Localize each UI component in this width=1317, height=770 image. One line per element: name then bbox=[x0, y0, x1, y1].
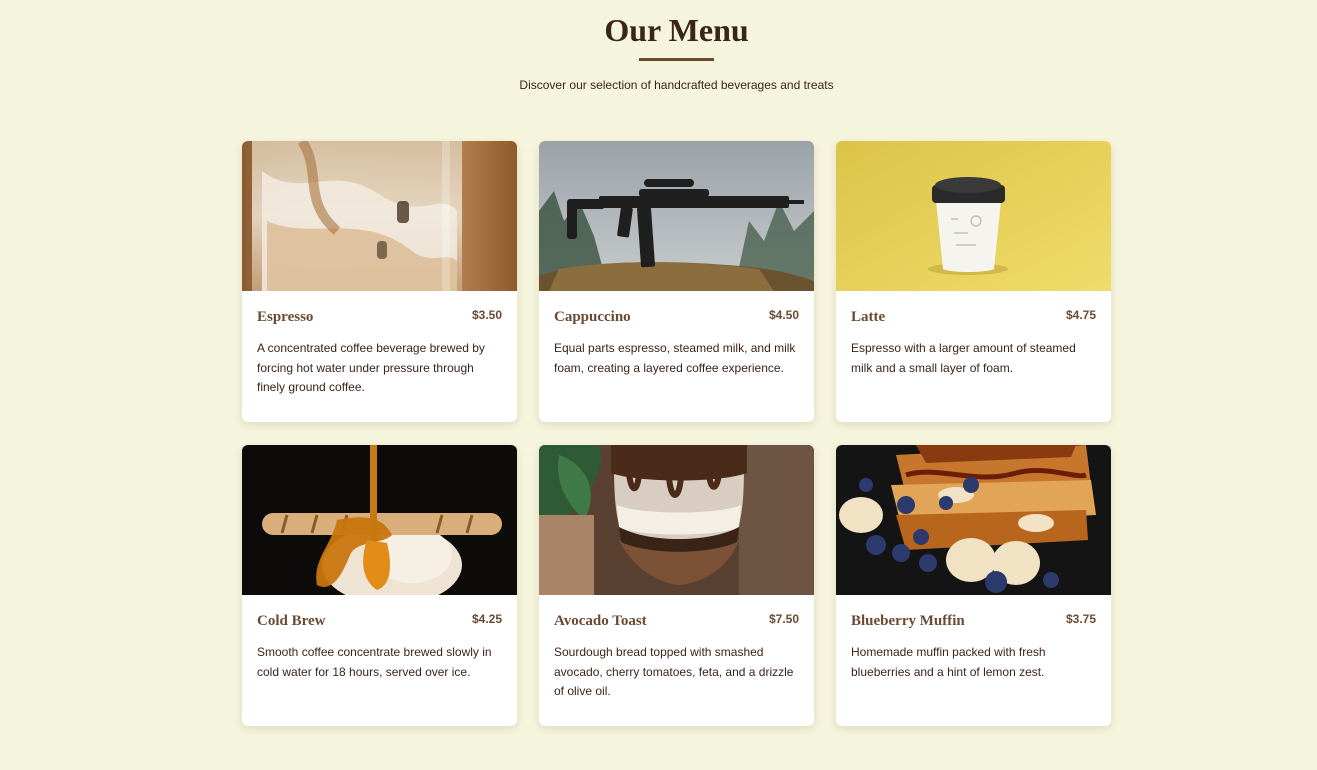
item-price: $7.50 bbox=[768, 612, 799, 626]
item-description: Smooth coffee concentrate brewed slowly … bbox=[257, 645, 492, 679]
title-underline bbox=[639, 58, 714, 61]
chocolate-parfait-photo bbox=[539, 445, 814, 595]
item-price: $4.25 bbox=[471, 612, 502, 626]
ice-cream-caramel-photo bbox=[242, 445, 517, 595]
item-description: Homemade muffin packed with fresh bluebe… bbox=[851, 645, 1046, 679]
item-price: $3.75 bbox=[1065, 612, 1096, 626]
item-description: Equal parts espresso, steamed milk, and … bbox=[554, 341, 796, 375]
menu-grid: Espresso $3.50 A concentrated coffee bev… bbox=[242, 141, 1111, 726]
menu-card-espresso[interactable]: Espresso $3.50 A concentrated coffee bev… bbox=[242, 141, 517, 422]
item-description: A concentrated coffee beverage brewed by… bbox=[257, 341, 485, 394]
item-name: Avocado Toast bbox=[554, 613, 647, 629]
page-title: Our Menu bbox=[604, 12, 749, 48]
item-name: Espresso bbox=[257, 309, 314, 325]
page-subtitle: Discover our selection of handcrafted be… bbox=[519, 78, 834, 92]
item-name: Blueberry Muffin bbox=[851, 613, 965, 629]
menu-card-blueberry-muffin[interactable]: Blueberry Muffin $3.75 Homemade muffin p… bbox=[836, 445, 1111, 726]
menu-card-cappuccino[interactable]: Cappuccino $4.50 Equal parts espresso, s… bbox=[539, 141, 814, 422]
item-name: Cappuccino bbox=[554, 309, 631, 325]
item-price: $4.50 bbox=[768, 308, 799, 322]
item-price: $3.50 bbox=[471, 308, 502, 322]
item-description: Sourdough bread topped with smashed avoc… bbox=[554, 645, 794, 698]
menu-card-avocado-toast[interactable]: Avocado Toast $7.50 Sourdough bread topp… bbox=[539, 445, 814, 726]
item-name: Cold Brew bbox=[257, 613, 326, 629]
item-description: Espresso with a larger amount of steamed… bbox=[851, 341, 1076, 375]
iced-coffee-photo bbox=[242, 141, 517, 291]
french-toast-berries-photo bbox=[836, 445, 1111, 595]
item-name: Latte bbox=[851, 309, 886, 325]
menu-card-latte[interactable]: Latte $4.75 Espresso with a larger amoun… bbox=[836, 141, 1111, 422]
rifle-on-stump-photo bbox=[539, 141, 814, 291]
menu-card-cold-brew[interactable]: Cold Brew $4.25 Smooth coffee concentrat… bbox=[242, 445, 517, 726]
item-price: $4.75 bbox=[1065, 308, 1096, 322]
paper-cup-on-yellow-photo bbox=[836, 141, 1111, 291]
